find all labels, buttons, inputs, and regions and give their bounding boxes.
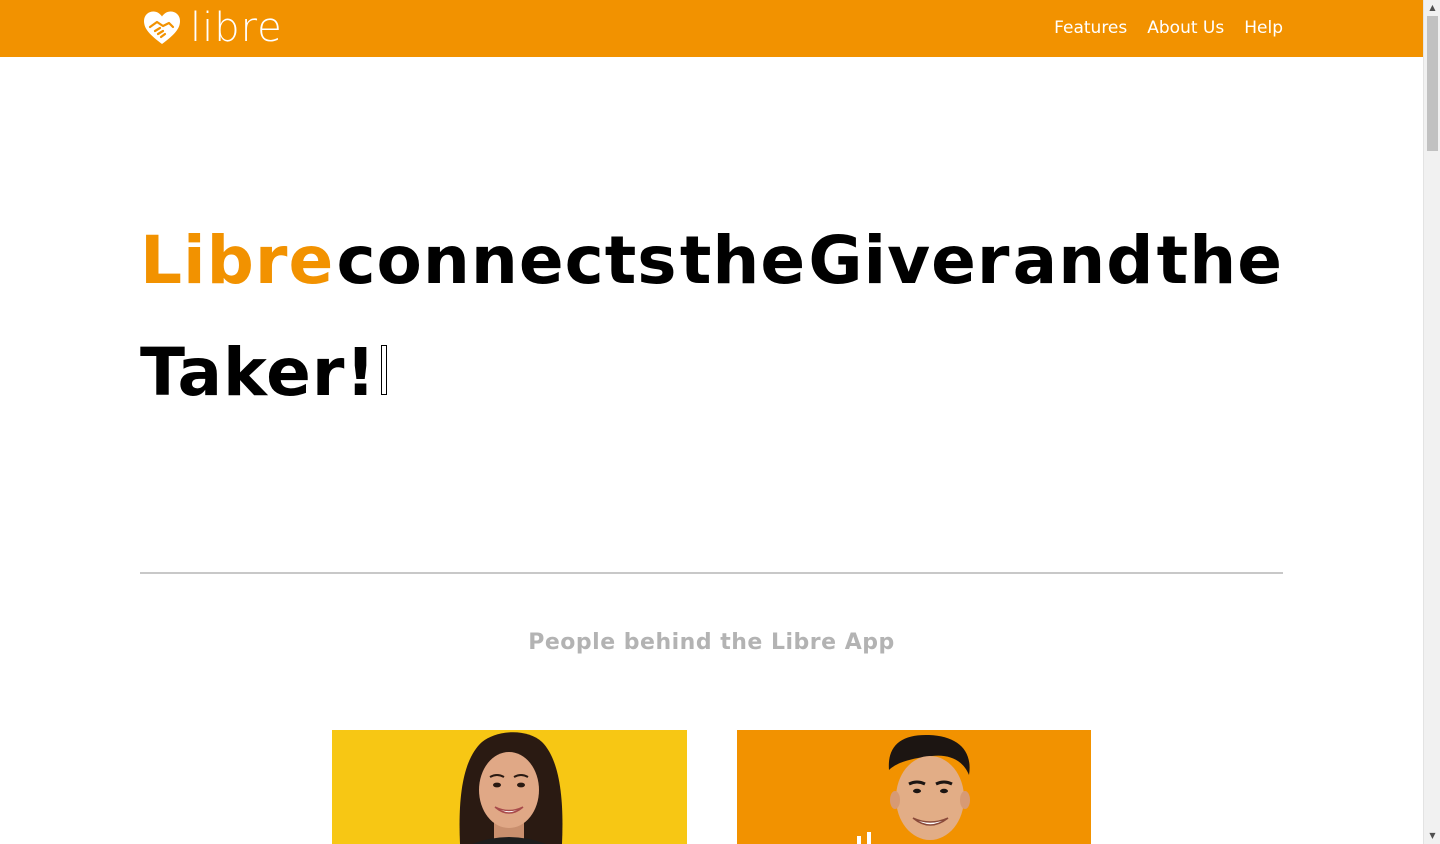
- hero-word-taker: Taker!: [140, 334, 377, 411]
- nav-link-about-us[interactable]: About Us: [1147, 17, 1224, 39]
- section-divider: [140, 572, 1283, 574]
- hero-word: the: [679, 222, 807, 299]
- hero-accent-word: Libre: [140, 222, 335, 299]
- hero-word: Giver: [808, 222, 1011, 299]
- man-portrait: [857, 734, 970, 844]
- nav-menu: Features About Us Help: [1054, 17, 1283, 39]
- brand-name: libre: [190, 5, 283, 51]
- scrollbar-thumb[interactable]: [1427, 16, 1438, 151]
- nav-link-help[interactable]: Help: [1244, 17, 1283, 39]
- team-member-card: [332, 730, 687, 844]
- scroll-down-arrow-icon[interactable]: ▼: [1424, 828, 1440, 844]
- heart-handshake-icon: [144, 11, 180, 44]
- hero-word: the: [1156, 222, 1283, 299]
- hero-word: and: [1012, 222, 1155, 299]
- hero-headline: Libre connects the Giver and the Taker!: [140, 205, 1283, 429]
- team-section-title: People behind the Libre App: [528, 630, 895, 655]
- hero-word: connects: [336, 222, 678, 299]
- scroll-up-arrow-icon[interactable]: ▲: [1424, 0, 1440, 16]
- woman-portrait: [459, 732, 563, 844]
- nav-link-features[interactable]: Features: [1054, 17, 1127, 39]
- navbar: libre Features About Us Help: [0, 0, 1423, 57]
- vertical-scrollbar[interactable]: ▲ ▼: [1423, 0, 1440, 844]
- brand-logo-link[interactable]: libre: [142, 8, 283, 48]
- text-caret: [380, 345, 387, 395]
- team-member-card: [737, 730, 1091, 844]
- hero-line-2: Taker!: [140, 317, 1283, 429]
- page: libre Features About Us Help Libre conne…: [0, 0, 1423, 844]
- hero-line-1: Libre connects the Giver and the: [140, 205, 1283, 317]
